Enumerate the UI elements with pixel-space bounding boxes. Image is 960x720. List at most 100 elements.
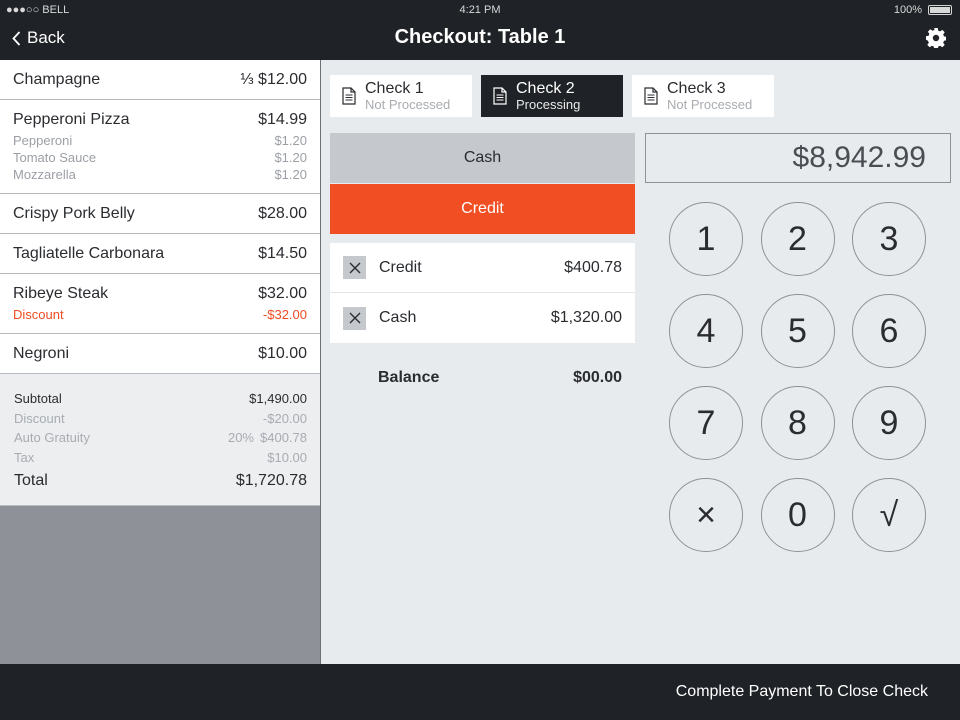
order-list: Champagne ⅓ $12.00 Pepperoni Pizza $14.99 Pe…: [0, 60, 320, 374]
remove-payment-button[interactable]: [343, 306, 366, 330]
status-time: 4:21 PM: [459, 4, 501, 16]
order-item[interactable]: Pepperoni Pizza $14.99 Pepperoni $1.20 Tomat…: [0, 100, 320, 194]
order-item-row: Crispy Pork Belly $28.00: [13, 205, 307, 223]
applied-payments: Credit $400.78 Cash $1,320.00: [330, 243, 635, 343]
payment-line: Cash $1,320.00: [330, 293, 635, 343]
remove-payment-button[interactable]: [343, 256, 366, 279]
tab-check-3[interactable]: Check 3 Not Processed: [632, 75, 774, 117]
tax-value: $10.00: [267, 449, 307, 465]
order-item-price: $28.00: [258, 205, 307, 222]
check-name: Check 2: [516, 80, 575, 97]
tab-check-1[interactable]: Check 1 Not Processed: [330, 75, 472, 117]
check-name: Check 1: [365, 80, 424, 97]
key-confirm[interactable]: √: [852, 478, 926, 552]
numeric-keypad: 1 2 3 4 5 6 7 8 9 × 0 √: [669, 202, 926, 552]
key-4[interactable]: 4: [669, 294, 743, 368]
key-3[interactable]: 3: [852, 202, 926, 276]
check-name: Check 3: [667, 80, 726, 97]
gratuity-row: Auto Gratuity 20% $400.78: [14, 428, 307, 448]
checkout-main: Check 1 Not Processed Check 2 Processing Che…: [322, 60, 960, 664]
bottom-bar: Complete Payment To Close Check: [0, 664, 960, 720]
key-5[interactable]: 5: [760, 294, 835, 368]
check-text: Check 2 Processing: [516, 80, 580, 112]
modifier-name: Discount: [13, 307, 64, 322]
close-icon: [349, 262, 360, 273]
order-item-name: Tagliatelle Carbonara: [13, 245, 165, 262]
order-item[interactable]: Champagne ⅓ $12.00: [0, 60, 320, 100]
tab-check-2[interactable]: Check 2 Processing: [481, 75, 623, 117]
modifier-name: Mozzarella: [13, 167, 76, 182]
status-bar: ●●●○○ BELL 4:21 PM 100%: [0, 0, 960, 20]
key-0[interactable]: 0: [760, 478, 835, 552]
check-tabs: Check 1 Not Processed Check 2 Processing Che…: [330, 75, 774, 117]
check-status: Processing: [516, 97, 581, 112]
credit-button[interactable]: Credit: [330, 184, 635, 234]
close-icon: [349, 312, 360, 324]
subtotal-value: $1,490.00: [249, 391, 307, 406]
total-row: Total $1,720.78: [14, 471, 307, 491]
battery-icon: [928, 5, 952, 15]
balance-label: Balance: [378, 369, 440, 386]
order-item-name: Champagne: [13, 71, 101, 88]
order-item-name: Crispy Pork Belly: [13, 205, 135, 222]
key-8[interactable]: 8: [760, 386, 835, 460]
order-item-name: Negroni: [13, 345, 70, 362]
order-item-row: Negroni $10.00: [13, 345, 307, 363]
payment-line: Credit $400.78: [330, 243, 635, 293]
payment-method-name: Cash: [379, 309, 417, 326]
total-value: $1,720.78: [235, 472, 307, 489]
discount-label: Discount: [14, 410, 65, 426]
order-item-price: $32.00: [258, 285, 307, 302]
order-modifier-row: Mozzarella $1.20: [13, 166, 307, 183]
total-label: Total: [14, 472, 48, 489]
modifier-name: Pepperoni: [13, 133, 73, 148]
modifier-price: $1.20: [274, 150, 307, 165]
key-2[interactable]: 2: [760, 202, 835, 276]
order-modifier-row: Discount -$32.00: [13, 306, 307, 323]
balance-row: Balance $00.00: [378, 369, 622, 387]
gratuity-percent: 20%: [227, 430, 254, 445]
discount-row: Discount -$20.00: [14, 409, 307, 429]
tax-label: Tax: [14, 449, 35, 465]
key-7[interactable]: 7: [669, 386, 743, 460]
modifier-price: -$32.00: [262, 307, 307, 322]
check-text: Check 1 Not Processed: [365, 80, 450, 112]
check-status: Not Processed: [365, 97, 451, 112]
order-item[interactable]: Negroni $10.00: [0, 334, 320, 374]
order-item-row: Tagliatelle Carbonara $14.50: [13, 245, 307, 263]
order-modifier-row: Tomato Sauce $1.20: [13, 149, 307, 166]
gear-icon[interactable]: [926, 28, 946, 48]
payment-amount: $1,320.00: [550, 309, 622, 326]
modifier-price: $1.20: [274, 167, 307, 182]
gratuity-value: $400.78: [260, 430, 307, 445]
order-item[interactable]: Crispy Pork Belly $28.00: [0, 194, 320, 234]
page-title: Checkout: Table 1: [394, 26, 566, 48]
complete-payment-button[interactable]: Complete Payment To Close Check: [676, 683, 928, 701]
payment-amount: $400.78: [564, 258, 622, 276]
order-item-name: Ribeye Steak: [13, 285, 109, 302]
subtotal-label: Subtotal: [14, 391, 62, 406]
order-item-price: $10.00: [258, 345, 307, 362]
gratuity-label: Auto Gratuity: [14, 430, 90, 445]
battery-status: 100%: [894, 4, 952, 16]
amount-display: $8,942.99: [645, 133, 951, 183]
cash-button[interactable]: Cash: [330, 133, 635, 183]
key-1[interactable]: 1: [669, 202, 743, 276]
key-6[interactable]: 6: [852, 294, 926, 368]
order-item-name: Pepperoni Pizza: [13, 111, 130, 128]
modifier-price: $1.20: [274, 133, 307, 148]
order-item-price: $14.99: [258, 111, 307, 128]
order-item[interactable]: Ribeye Steak $32.00 Discount -$32.00: [0, 274, 320, 334]
order-item[interactable]: Tagliatelle Carbonara $14.50: [0, 234, 320, 274]
totals-section: Subtotal $1,490.00 Discount -$20.00 Auto…: [0, 374, 320, 506]
battery-percent: 100%: [893, 4, 922, 16]
modifier-name: Tomato Sauce: [13, 150, 97, 165]
top-bar: ●●●○○ BELL 4:21 PM 100% Back Checkout: T…: [0, 0, 960, 60]
order-item-price: $14.50: [258, 245, 307, 262]
payment-method-name: Credit: [379, 258, 422, 276]
key-9[interactable]: 9: [852, 386, 926, 460]
check-status: Not Processed: [667, 97, 753, 112]
key-clear[interactable]: ×: [669, 478, 743, 552]
document-icon: [644, 87, 658, 105]
order-item-price: ⅓ $12.00: [240, 71, 307, 88]
